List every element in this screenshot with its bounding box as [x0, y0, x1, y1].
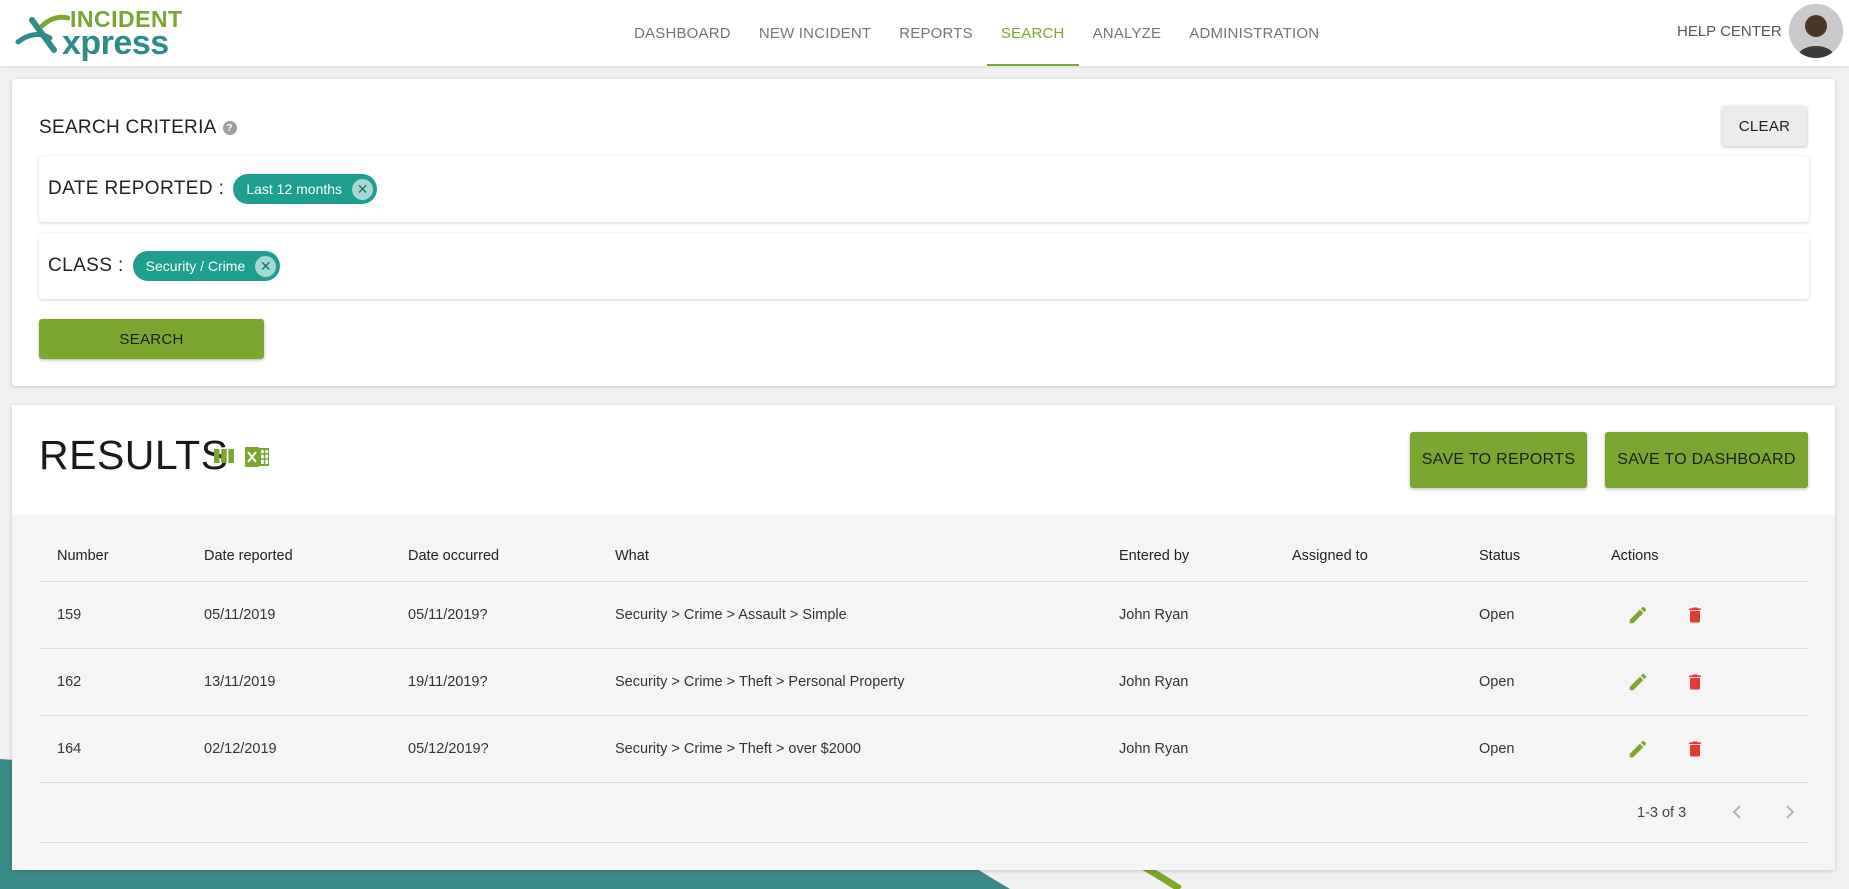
cell-number: 159 [57, 607, 82, 623]
chip-label: Security / Crime [145, 258, 246, 274]
cell-what: Security > Crime > Theft > Personal Prop… [615, 674, 905, 690]
nav-search[interactable]: SEARCH [986, 0, 1079, 66]
search-criteria-title: SEARCH CRITERIA [39, 117, 217, 138]
cell-what: Security > Crime > Assault > Simple [615, 607, 847, 623]
cell-what: Security > Crime > Theft > over $2000 [615, 741, 861, 757]
column-header-what[interactable]: What [615, 515, 649, 581]
main-nav: DASHBOARD NEW INCIDENT REPORTS SEARCH AN… [620, 0, 1333, 66]
cell-date-reported: 13/11/2019 [204, 674, 276, 690]
edit-icon[interactable] [1625, 736, 1651, 762]
column-header-status[interactable]: Status [1479, 515, 1520, 581]
nav-new-incident[interactable]: NEW INCIDENT [745, 0, 885, 66]
table-row[interactable]: 164 02/12/2019 05/12/2019? Security > Cr… [39, 716, 1809, 783]
chevron-right-icon[interactable] [1778, 800, 1802, 824]
table-header-row: Number Date reported Date occurred What … [39, 515, 1809, 582]
column-header-assigned-to[interactable]: Assigned to [1292, 515, 1368, 581]
cell-status: Open [1479, 607, 1515, 623]
cell-status: Open [1479, 741, 1515, 757]
column-header-date-occurred[interactable]: Date occurred [408, 515, 499, 581]
criteria-class[interactable]: CLASS : Security / Crime ✕ [39, 233, 1809, 299]
edit-icon[interactable] [1625, 669, 1651, 695]
filter-chip[interactable]: Security / Crime ✕ [132, 251, 281, 281]
column-header-number[interactable]: Number [57, 515, 109, 581]
criteria-date-reported[interactable]: DATE REPORTED : Last 12 months ✕ [39, 156, 1809, 222]
edit-icon[interactable] [1625, 602, 1651, 628]
cell-entered-by: John Ryan [1119, 741, 1189, 757]
column-header-actions: Actions [1611, 548, 1659, 564]
nav-analyze[interactable]: ANALYZE [1079, 0, 1176, 66]
chevron-left-icon[interactable] [1725, 800, 1749, 824]
save-to-reports-button[interactable]: SAVE TO REPORTS [1410, 432, 1587, 488]
cell-date-occurred: 05/11/2019? [408, 607, 488, 623]
results-card: RESULTS SAVE TO REPORTS SAVE TO DASHBOAR… [12, 405, 1835, 870]
cell-date-occurred: 05/12/2019? [408, 741, 489, 757]
results-header: RESULTS SAVE TO REPORTS SAVE TO DASHBOAR… [12, 405, 1835, 515]
clear-button[interactable]: CLEAR [1722, 106, 1807, 146]
column-header-entered-by[interactable]: Entered by [1119, 515, 1189, 581]
pagination-range: 1-3 of 3 [1637, 805, 1687, 821]
incident-xpress-logo[interactable]: INCIDENT xpress [14, 6, 194, 62]
search-criteria-heading: SEARCH CRITERIA ? [39, 117, 237, 139]
cell-entered-by: John Ryan [1119, 607, 1189, 623]
delete-icon[interactable] [1682, 602, 1708, 628]
cell-date-occurred: 19/11/2019? [408, 674, 488, 690]
cell-date-reported: 02/12/2019 [204, 741, 277, 757]
logo-text-bottom: xpress [62, 24, 169, 62]
filter-chip[interactable]: Last 12 months ✕ [233, 174, 378, 204]
cell-entered-by: John Ryan [1119, 674, 1189, 690]
search-button[interactable]: SEARCH [39, 319, 264, 359]
cell-status: Open [1479, 674, 1515, 690]
avatar-person-icon [1789, 4, 1843, 58]
chip-remove-icon[interactable]: ✕ [255, 255, 277, 277]
table-row[interactable]: 159 05/11/2019 05/11/2019? Security > Cr… [39, 582, 1809, 649]
cell-number: 162 [57, 674, 82, 690]
delete-icon[interactable] [1682, 736, 1708, 762]
criteria-label: CLASS : [48, 255, 124, 276]
nav-administration[interactable]: ADMINISTRATION [1175, 0, 1333, 66]
search-criteria-card: SEARCH CRITERIA ? CLEAR DATE REPORTED : … [12, 79, 1835, 386]
results-table: Number Date reported Date occurred What … [12, 515, 1835, 870]
chip-remove-icon[interactable]: ✕ [352, 178, 374, 200]
columns-icon[interactable] [214, 449, 234, 463]
top-navbar: INCIDENT xpress DASHBOARD NEW INCIDENT R… [0, 0, 1849, 66]
table-row[interactable]: 162 13/11/2019 19/11/2019? Security > Cr… [39, 649, 1809, 716]
nav-dashboard[interactable]: DASHBOARD [620, 0, 745, 66]
nav-reports[interactable]: REPORTS [885, 0, 987, 66]
delete-icon[interactable] [1682, 669, 1708, 695]
chip-label: Last 12 months [246, 181, 343, 197]
excel-export-icon[interactable] [245, 447, 269, 467]
user-avatar[interactable] [1789, 4, 1843, 58]
column-header-date-reported[interactable]: Date reported [204, 515, 293, 581]
results-title: RESULTS [39, 432, 229, 478]
cell-number: 164 [57, 741, 82, 757]
help-center-link[interactable]: HELP CENTER [1677, 0, 1782, 62]
criteria-label: DATE REPORTED : [48, 178, 225, 199]
cell-date-reported: 05/11/2019 [204, 607, 276, 623]
help-icon[interactable]: ? [222, 121, 237, 135]
pagination: 1-3 of 3 [39, 783, 1809, 843]
save-to-dashboard-button[interactable]: SAVE TO DASHBOARD [1605, 432, 1808, 488]
